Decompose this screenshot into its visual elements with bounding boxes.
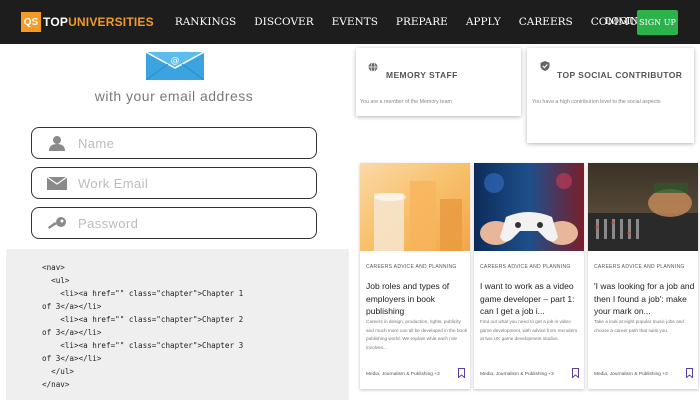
badge-card-top-social-contributor: TOP SOCIAL CONTRIBUTOR You have a high c… [527,48,694,143]
email-input[interactable] [78,175,298,191]
key-icon [46,214,68,232]
article-title[interactable]: Job roles and types of employers in book… [366,280,468,318]
article-category: CAREERS ADVICE AND PLANNING [366,264,457,270]
article-category: CAREERS ADVICE AND PLANNING [594,264,685,270]
article-tag[interactable]: Media, Journalism & Publishing +3 [594,372,668,377]
svg-text:@: @ [171,56,180,66]
article-card[interactable]: CAREERS ADVICE AND PLANNING I want to wo… [474,163,584,389]
article-tag[interactable]: Media, Journalism & Publishing +3 [480,372,554,377]
bookmark-icon[interactable] [572,368,579,378]
badge-title: TOP SOCIAL CONTRIBUTOR [557,70,683,80]
password-input[interactable] [78,215,298,231]
article-tag[interactable]: Media, Journalism & Publishing +3 [366,372,440,377]
user-icon [46,134,68,152]
article-card[interactable]: CAREERS ADVICE AND PLANNING Job roles an… [360,163,470,389]
code-line: </nav> [42,380,70,389]
article-title[interactable]: I want to work as a video game developer… [480,280,582,318]
article-image-gamepad [474,163,584,251]
article-description: Take a look at eight popular music jobs … [594,319,684,333]
shield-check-icon [540,61,550,71]
code-line: <nav> [42,263,65,272]
nav-item-prepare[interactable]: PREPARE [396,16,448,28]
mail-icon [46,174,68,192]
code-line: <li><a href="" class="chapter">Chapter 1 [42,289,244,298]
article-title[interactable]: 'I was looking for a job and then I foun… [594,280,696,318]
signup-button[interactable]: SIGN UP [637,10,678,35]
code-line: of 3</a></li> [42,328,102,337]
logo-text: TOPUNIVERSITIES [43,15,154,29]
article-description: Find out what you need to get a job in v… [480,319,578,341]
nav-item-discover[interactable]: DISCOVER [254,16,313,28]
logo-badge: QS [21,12,41,32]
article-category: CAREERS ADVICE AND PLANNING [480,264,571,270]
code-line: <li><a href="" class="chapter">Chapter 2 [42,315,244,324]
nav-item-rankings[interactable]: RANKINGS [175,16,236,28]
logo-text-accent: UNIVERSITIES [68,15,154,29]
nav-item-careers[interactable]: CAREERS [519,16,573,28]
nav-item-events[interactable]: EVENTS [332,16,378,28]
name-field [31,127,317,159]
form-title: with your email address [94,88,254,104]
name-input[interactable] [78,135,298,151]
globe-icon [368,62,378,72]
site-logo[interactable]: QS TOPUNIVERSITIES [21,12,154,32]
code-line: of 3</a></li> [42,302,102,311]
email-field [31,167,317,199]
code-snippet: <nav> <ul> <li><a href="" class="chapter… [6,249,349,400]
code-line: <ul> [42,276,70,285]
bookmark-icon[interactable] [458,368,465,378]
password-field [31,207,317,239]
nav-item-apply[interactable]: APPLY [466,16,501,28]
envelope-icon: @ [146,52,204,80]
nav-menu: RANKINGS DISCOVER EVENTS PREPARE APPLY C… [166,16,674,28]
code-line: <li><a href="" class="chapter">Chapter 3 [42,341,244,350]
badge-title: MEMORY STAFF [386,70,458,80]
article-description: Careers in design, production, rights, p… [366,319,468,350]
bookmark-icon[interactable] [686,368,693,378]
login-link[interactable]: LOGIN [605,16,639,27]
badge-description: You have a high contribution level to th… [532,99,661,105]
badge-description: You are a member of the Memory team [360,99,452,105]
logo-text-main: TOP [43,15,69,29]
article-image-books [360,163,470,251]
article-card[interactable]: CAREERS ADVICE AND PLANNING 'I was looki… [588,163,698,389]
code-line: </ul> [42,367,75,376]
top-navbar: QS TOPUNIVERSITIES RANKINGS DISCOVER EVE… [0,0,700,44]
code-line: of 3</a></li> [42,354,102,363]
badge-card-memory-staff: MEMORY STAFF You are a member of the Mem… [356,48,521,116]
article-image-music-studio [588,163,698,251]
